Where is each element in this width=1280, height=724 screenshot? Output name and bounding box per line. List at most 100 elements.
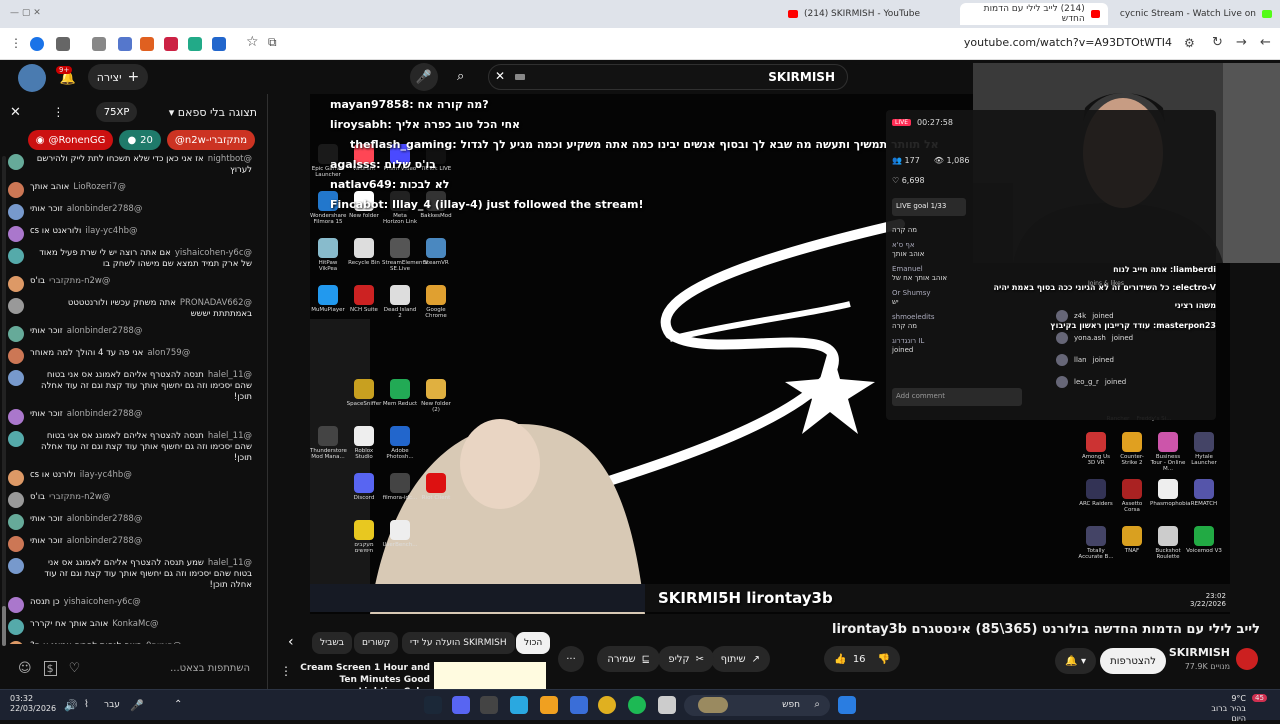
avatar[interactable] <box>8 409 24 425</box>
extension-icon[interactable] <box>188 37 202 51</box>
avatar[interactable] <box>8 204 24 220</box>
avatar[interactable] <box>8 558 24 574</box>
desktop-icon[interactable]: Voicemod V3 <box>1186 526 1222 554</box>
file-explorer-icon[interactable] <box>658 696 676 714</box>
desktop-icon[interactable]: Among Us 3D VR <box>1078 432 1114 466</box>
chat-author[interactable]: @LioRozeri7 <box>73 182 125 192</box>
chat-scrollbar[interactable] <box>2 156 6 646</box>
desktop-icon[interactable]: Dead Island 2 <box>382 285 418 319</box>
notifications-bell-button[interactable]: 🔔 ▾ <box>1055 648 1096 674</box>
chat-input[interactable]: השתתפות בצאט... <box>170 663 250 674</box>
avatar[interactable] <box>8 514 24 530</box>
emoji-icon[interactable]: ☺ <box>18 661 32 676</box>
tray-chevron-icon[interactable]: ⌃ <box>174 699 182 710</box>
desktop-icon[interactable]: Google Chrome <box>418 285 454 319</box>
chat-author[interactable]: @n2w-מתקזברי <box>49 276 110 286</box>
avatar[interactable] <box>8 182 24 198</box>
app-icon[interactable] <box>540 696 558 714</box>
browser-tab-kick[interactable]: cycnic Stream - Watch Live on <box>1108 3 1280 25</box>
desktop-icon[interactable]: Buckshot Roulette <box>1150 526 1186 560</box>
chat-author[interactable]: @חומוס0 <box>146 641 181 644</box>
extension-icon[interactable] <box>56 37 70 51</box>
desktop-icon[interactable]: מעקבים חיפושים <box>346 520 382 554</box>
chat-author[interactable]: @halel_11 <box>208 431 252 441</box>
super-chat-icon[interactable]: $ <box>43 660 57 676</box>
avatar[interactable] <box>8 431 24 447</box>
desktop-icon[interactable]: Counter-Strike 2 <box>1114 432 1150 466</box>
desktop-icon[interactable]: Business Tour - Online M... <box>1150 432 1186 472</box>
rec-menu-icon[interactable]: ⋮ <box>280 664 292 678</box>
desktop-icon[interactable]: NCH Suite <box>346 285 382 313</box>
avatar[interactable] <box>8 298 24 314</box>
steam-icon[interactable] <box>424 696 442 714</box>
chat-mode-dropdown[interactable]: תצוגה בלי ספאם ▾ <box>169 106 257 119</box>
desktop-icon[interactable]: Roblox Studio <box>346 426 382 460</box>
chat-author[interactable]: @alonbinder2788 <box>67 204 143 214</box>
desktop-icon[interactable]: REMATCH <box>1186 479 1222 507</box>
desktop-icon[interactable]: Hytale Launcher <box>1186 432 1222 466</box>
pinned-chip[interactable]: @n2w-מתקזברי <box>166 130 255 150</box>
avatar[interactable] <box>8 248 24 264</box>
desktop-icon[interactable]: SteamVR <box>418 238 454 266</box>
search-icon[interactable]: ⌕ <box>457 69 464 84</box>
add-comment-field[interactable]: Add comment <box>892 388 1022 406</box>
chat-author[interactable]: @alonbinder2788 <box>67 326 143 336</box>
apps-grid-icon[interactable] <box>570 696 588 714</box>
avatar[interactable] <box>8 597 24 613</box>
avatar[interactable] <box>8 226 24 242</box>
chip-all[interactable]: הכול <box>516 632 551 654</box>
desktop-icon[interactable]: Phasmophobia <box>1150 479 1191 507</box>
chip-uploaded[interactable]: הועלה על ידי SKIRMISH <box>402 632 515 654</box>
desktop-icon[interactable]: New folder (2) <box>418 379 454 413</box>
cast-icon[interactable]: ⧉ <box>268 35 277 50</box>
chat-author[interactable]: @nightbot <box>208 154 252 164</box>
extension-icon[interactable] <box>164 37 178 51</box>
discord-icon[interactable] <box>452 696 470 714</box>
browser-tab-live[interactable]: (214) לייב לילי עם הדמות החדש <box>960 3 1108 25</box>
language-indicator[interactable]: עבר <box>104 700 120 710</box>
menu-dots-icon[interactable]: ⋮ <box>10 36 22 50</box>
pinned-chip[interactable]: ● 20 <box>119 130 161 150</box>
extension-icon[interactable] <box>140 37 154 51</box>
chat-author[interactable]: @PRONADAV662 <box>180 298 252 308</box>
extension-icon[interactable] <box>118 37 132 51</box>
extension-icon[interactable] <box>212 37 226 51</box>
voice-search-icon[interactable]: 🎤 <box>410 63 438 91</box>
chat-author[interactable]: @ilay-yc4hb <box>85 226 137 236</box>
desktop-icon[interactable]: TNAF <box>1114 526 1150 554</box>
keyboard-icon[interactable] <box>515 74 525 80</box>
desktop-icon[interactable]: ARC Raiders <box>1078 479 1114 507</box>
chat-author[interactable]: @halel_11 <box>208 370 252 380</box>
desktop-icon[interactable]: Recycle Bin <box>346 238 382 266</box>
channel-avatar[interactable] <box>1236 648 1258 670</box>
avatar[interactable] <box>8 326 24 342</box>
heart-icon[interactable]: ♡ <box>69 661 81 676</box>
star-icon[interactable]: ☆ <box>246 34 259 50</box>
chat-author[interactable]: @alonbinder2788 <box>67 409 143 419</box>
avatar[interactable] <box>8 276 24 292</box>
mic-icon[interactable]: 🎤 <box>130 699 144 712</box>
chat-author[interactable]: @yishaicohen-y6c <box>64 597 141 607</box>
url-text[interactable]: youtube.com/watch?v=A93DTOtWTI4 <box>964 36 1172 49</box>
avatar[interactable] <box>8 370 24 386</box>
clear-search-icon[interactable]: ✕ <box>495 69 505 83</box>
chip-for-you[interactable]: בשביל <box>312 632 352 654</box>
desktop-icon[interactable]: Assetto Corsa <box>1114 479 1150 513</box>
avatar[interactable] <box>8 154 24 170</box>
create-button[interactable]: יצירה + <box>88 64 148 90</box>
desktop-icon[interactable]: Adobe Photosh... <box>382 426 418 460</box>
taskbar-clock[interactable]: 03:32 22/03/2026 <box>10 694 56 714</box>
site-settings-icon[interactable]: ⚙ <box>1184 36 1195 50</box>
avatar[interactable] <box>8 536 24 552</box>
speaker-icon[interactable]: 🔊 <box>64 699 78 712</box>
chat-menu-icon[interactable]: ⋮ <box>52 105 64 119</box>
window-controls-icon[interactable]: — ▢ ✕ <box>10 8 41 18</box>
close-chat-icon[interactable]: ✕ <box>10 105 21 120</box>
chat-author[interactable]: @n2w-מתקזברי <box>49 492 110 502</box>
chevron-left-icon[interactable]: ‹ <box>288 634 294 650</box>
chat-author[interactable]: @yishaicohen-y6c <box>175 248 252 258</box>
chat-author[interactable]: @alonbinder2788 <box>67 514 143 524</box>
chat-author[interactable]: @halel_11 <box>208 558 252 568</box>
avatar[interactable] <box>8 492 24 508</box>
wifi-icon[interactable]: ⌇ <box>84 699 89 710</box>
